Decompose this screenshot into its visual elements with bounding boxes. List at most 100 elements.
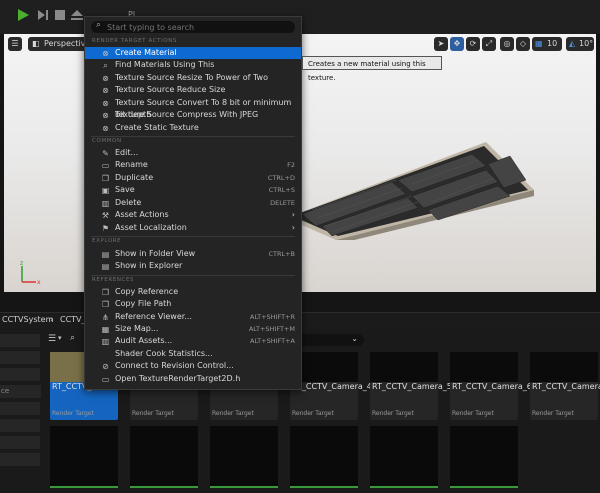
step-forward-icon[interactable]: [36, 8, 50, 22]
menu-item-label: Create Material: [115, 48, 177, 57]
eject-icon[interactable]: [70, 8, 84, 22]
asset-name: RT_CCTV_Camera_4: [292, 382, 372, 391]
sources-item[interactable]: [0, 367, 40, 381]
asset-type: Render Target: [532, 410, 574, 417]
asset-tile[interactable]: [290, 426, 358, 488]
viewport-menu-button[interactable]: ☰: [8, 37, 22, 51]
sources-item[interactable]: [0, 350, 40, 364]
menu-item-copy-file-path[interactable]: ❐ Copy File Path: [85, 298, 301, 310]
folder-icon: ▤: [101, 250, 110, 259]
filter-icon[interactable]: ☰: [48, 334, 56, 344]
menu-item-compress-jpeg[interactable]: ⊗ Texture Source Compress With JPEG: [85, 109, 301, 121]
world-icon[interactable]: ◎: [500, 37, 514, 51]
statistics-icon: [101, 350, 110, 359]
material-icon: ⊗: [102, 49, 109, 58]
menu-item-label: Texture Source Reduce Size: [115, 85, 226, 94]
menu-item-shortcut: CTRL+B: [268, 250, 295, 258]
menu-item-label: Copy Reference: [115, 287, 179, 296]
sources-item[interactable]: ce: [0, 384, 41, 398]
menu-item-reference-viewer[interactable]: ⋔ Reference Viewer... ALT+SHIFT+R: [85, 311, 301, 323]
menu-item-shader-cook-statistics[interactable]: Shader Cook Statistics...: [85, 348, 301, 360]
breadcrumb-separator: ›: [50, 315, 54, 324]
search-input[interactable]: ⌄: [296, 334, 364, 346]
menu-item-copy-reference[interactable]: ❐ Copy Reference: [85, 286, 301, 298]
menu-item-edit[interactable]: ✎ Edit...: [85, 147, 301, 159]
menu-item-create-static-texture[interactable]: ⊗ Create Static Texture: [85, 122, 301, 134]
menu-item-asset-localization[interactable]: ⚑ Asset Localization ›: [85, 222, 301, 234]
breadcrumb-item-cctv[interactable]: CCTV_: [60, 313, 86, 327]
menu-item-convert-8bit[interactable]: ⊗ Texture Source Convert To 8 bit or mini…: [85, 97, 301, 119]
grid-snap-button[interactable]: ▦ 10: [532, 37, 562, 51]
filter-dropdown-icon[interactable]: ▾: [58, 334, 62, 342]
menu-item-resize-power-of-two[interactable]: ⊗ Texture Source Resize To Power of Two: [85, 72, 301, 84]
sources-item[interactable]: [0, 435, 40, 449]
grid-snap-value: 10: [547, 39, 558, 48]
menu-item-shortcut: CTRL+D: [267, 174, 295, 182]
audit-icon: ▥: [101, 337, 110, 346]
cube-icon: ◧: [32, 39, 40, 48]
menu-item-open-header[interactable]: ▭ Open TextureRenderTarget2D.h: [85, 373, 301, 385]
menu-item-label: Texture Source Compress With JPEG: [115, 110, 259, 119]
asset-tile[interactable]: [130, 426, 198, 488]
menu-item-label: Find Materials Using This: [115, 60, 215, 69]
find-icon: ⌕: [103, 61, 108, 70]
menu-search-input[interactable]: [107, 21, 287, 33]
play-icon[interactable]: [16, 8, 30, 22]
section-header-references: REFERENCES: [92, 277, 135, 283]
sources-item[interactable]: [0, 452, 40, 466]
surface-snap-icon[interactable]: ◇: [516, 37, 530, 51]
menu-item-rename[interactable]: ▭ Rename F2: [85, 159, 301, 171]
asset-name: RT_CCTV_Camera_5: [372, 382, 452, 391]
code-file-icon: ▭: [101, 375, 110, 384]
asset-tile[interactable]: RT_CCTV_Camera_5 Render Target: [370, 352, 452, 420]
asset-tile[interactable]: [370, 426, 438, 488]
asset-tile[interactable]: RT_CCTV_Camera_6 Render Target: [450, 352, 532, 420]
trash-icon: ▥: [101, 199, 110, 208]
stop-icon[interactable]: [53, 8, 67, 22]
rotation-snap-button[interactable]: ◭ 10°: [566, 37, 594, 51]
breadcrumb-item-cctvsystem[interactable]: CCTVSystem: [2, 313, 53, 327]
keyboard-model[interactable]: [272, 120, 542, 240]
menu-item-save[interactable]: ▣ Save CTRL+S: [85, 184, 301, 196]
menu-item-size-map[interactable]: ▦ Size Map... ALT+SHIFT+M: [85, 323, 301, 335]
select-mode-icon[interactable]: ➤: [434, 37, 448, 51]
menu-item-asset-actions[interactable]: ⚒ Asset Actions ›: [85, 209, 301, 221]
sources-item[interactable]: [0, 401, 40, 415]
menu-item-label: Connect to Revision Control...: [115, 361, 234, 370]
asset-name: RT_CCTV_Camera_6: [452, 382, 532, 391]
search-icon[interactable]: ⌕: [70, 333, 75, 343]
menu-item-find-materials[interactable]: ⌕ Find Materials Using This: [85, 59, 301, 71]
menu-search-box[interactable]: ⌕: [91, 20, 295, 33]
size-map-icon: ▦: [101, 325, 110, 334]
rotate-icon[interactable]: ⟳: [466, 37, 480, 51]
menu-item-shortcut: ALT+SHIFT+A: [249, 337, 295, 345]
menu-item-show-in-explorer[interactable]: ▤ Show in Explorer: [85, 260, 301, 272]
scale-icon[interactable]: ⤢: [482, 37, 496, 51]
menu-item-create-material[interactable]: ⊗ Create Material: [85, 47, 301, 59]
explorer-icon: ▤: [101, 262, 110, 271]
search-dropdown-icon[interactable]: ⌄: [351, 334, 358, 343]
texture-action-icon: ⊗: [102, 124, 109, 133]
asset-name: RT_CCTV_Camera_7: [532, 382, 600, 391]
translate-icon[interactable]: ✥: [450, 37, 464, 51]
menu-item-label: Edit...: [115, 148, 139, 157]
asset-tile[interactable]: [210, 426, 278, 488]
asset-tile[interactable]: RT_CCTV_Camera_7 Render Target: [530, 352, 600, 420]
asset-tile[interactable]: [50, 426, 118, 488]
asset-tile[interactable]: [450, 426, 518, 488]
menu-item-shortcut: F2: [287, 161, 295, 169]
menu-item-audit-assets[interactable]: ▥ Audit Assets... ALT+SHIFT+A: [85, 335, 301, 347]
menu-item-connect-revision-control[interactable]: ⊘ Connect to Revision Control...: [85, 360, 301, 372]
edit-icon: ✎: [102, 149, 109, 158]
rotation-snap-value: 10°: [579, 39, 594, 48]
revision-control-icon: ⊘: [102, 362, 109, 371]
menu-item-show-in-folder-view[interactable]: ▤ Show in Folder View CTRL+B: [85, 248, 301, 260]
axis-gizmo-icon: z x: [20, 260, 41, 286]
menu-item-delete[interactable]: ▥ Delete DELETE: [85, 197, 301, 209]
menu-item-label: Duplicate: [115, 173, 154, 182]
asset-type: Render Target: [52, 410, 94, 417]
menu-item-reduce-size[interactable]: ⊗ Texture Source Reduce Size: [85, 84, 301, 96]
menu-item-duplicate[interactable]: ❐ Duplicate CTRL+D: [85, 172, 301, 184]
sources-item[interactable]: [0, 333, 40, 347]
sources-item[interactable]: [0, 418, 40, 432]
